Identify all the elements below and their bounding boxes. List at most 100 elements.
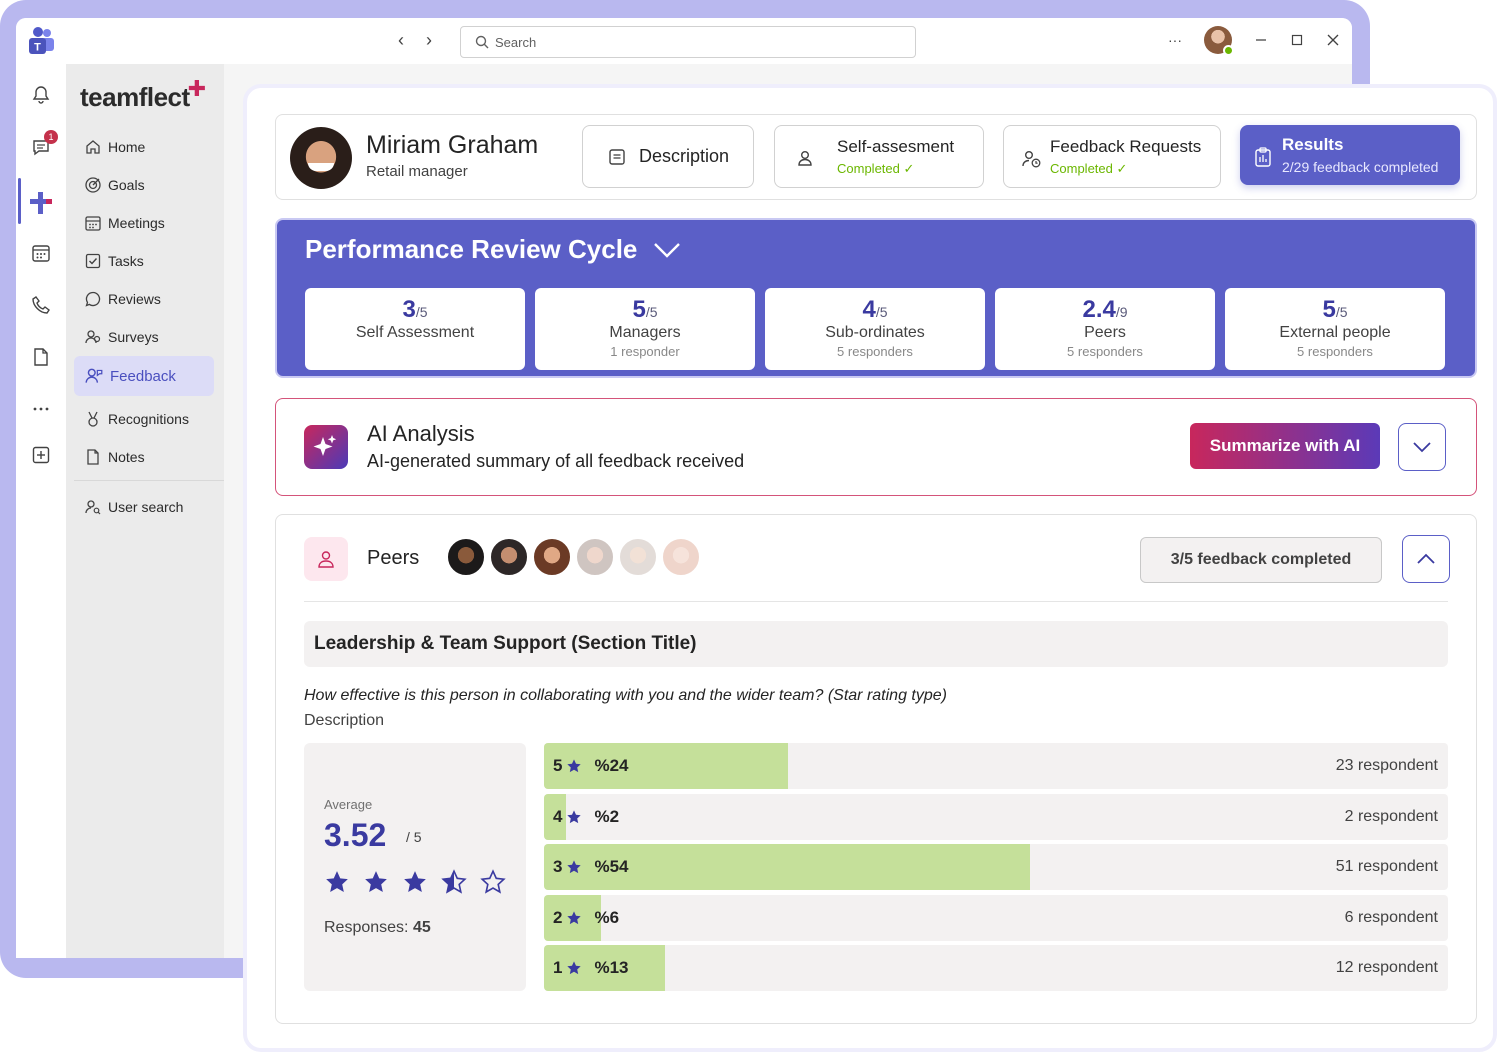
respondent-count: 23 respondent [1335, 757, 1438, 774]
ai-analysis-subtitle: AI-generated summary of all feedback rec… [367, 451, 745, 471]
score-external-people: 5/5 External people 5 responders [1225, 288, 1445, 370]
star-filled-icon [566, 910, 582, 926]
sidebar-item-goals[interactable]: Goals [74, 170, 214, 200]
rating-star-number: 1 [553, 958, 563, 977]
star-filled-icon [566, 859, 582, 875]
rating-star-number: 2 [553, 907, 563, 927]
profile-card: Miriam Graham Retail manager Description… [275, 114, 1477, 200]
score-peers: 2.4/9 Peers 5 responders [995, 288, 1215, 370]
person-icon [304, 537, 348, 581]
person-icon [798, 151, 812, 166]
rating-star-number: 5 [553, 756, 563, 775]
presence-available-icon [1223, 45, 1234, 56]
teamflect-app-icon[interactable] [28, 190, 54, 216]
search-icon [475, 35, 489, 49]
tab-description[interactable]: Description [582, 125, 754, 188]
teamflect-sidebar: teamflect ✚ Home Goals Meetings Tasks Rev… [66, 64, 224, 958]
avatar[interactable] [489, 537, 529, 577]
question-description: Description [304, 712, 385, 729]
avatar[interactable] [446, 537, 486, 577]
avatar[interactable] [618, 537, 658, 577]
avatar[interactable] [661, 537, 701, 577]
close-icon[interactable] [1326, 33, 1340, 47]
sidebar-item-user-search[interactable]: User search [74, 492, 214, 522]
user-avatar[interactable] [1204, 26, 1234, 56]
tab-self-assessment[interactable]: Self-assesment Completed ✓ [774, 125, 984, 188]
results-status: 2/29 feedback completed [1282, 159, 1439, 175]
calendar-icon[interactable] [30, 242, 52, 264]
rating-percent: %13 [594, 958, 629, 977]
rating-percent: %54 [594, 857, 629, 876]
add-app-icon[interactable] [30, 444, 52, 466]
sidebar-item-surveys[interactable]: Surveys [74, 322, 214, 352]
rating-bar-label: 5 %24 [553, 756, 629, 776]
rating-bar-1: 1 %13 12 respondent [544, 945, 1448, 991]
avatar[interactable] [575, 537, 615, 577]
chevron-down-icon[interactable] [653, 242, 681, 258]
history-nav: ‹ › [394, 30, 436, 51]
ai-sparkle-icon [304, 425, 348, 469]
performance-review-cycle: Performance Review Cycle 3/5 Self Assess… [275, 218, 1477, 378]
star-empty-icon [480, 869, 506, 894]
app-rail: 1 [16, 64, 66, 958]
avatar[interactable] [532, 537, 572, 577]
section-title: Leadership & Team Support (Section Title… [304, 621, 1448, 667]
respondent-count: 2 respondent [1344, 807, 1438, 825]
more-apps-icon[interactable] [30, 398, 52, 420]
chevron-up-icon [1417, 553, 1435, 564]
sidebar-divider [74, 480, 224, 481]
sidebar-item-feedback[interactable]: Feedback [74, 356, 214, 396]
score-managers: 5/5 Managers 1 responder [535, 288, 755, 370]
minimize-icon[interactable] [1254, 33, 1268, 47]
star-filled-icon [404, 871, 426, 892]
peers-divider [304, 601, 1448, 602]
teamflect-logo: teamflect ✚ [80, 76, 206, 112]
star-filled-icon [566, 809, 582, 825]
rating-star-number: 4 [553, 806, 563, 826]
back-arrow-icon[interactable]: ‹ [394, 30, 408, 51]
responses-count: Responses: 45 [324, 919, 431, 936]
peers-collapse-button[interactable] [1402, 535, 1450, 583]
teams-logo-icon[interactable]: T [26, 26, 56, 56]
forward-arrow-icon[interactable]: › [422, 30, 436, 51]
document-icon [87, 449, 99, 465]
rating-bar-label: 2 %6 [553, 908, 619, 928]
person-clock-icon [1022, 151, 1041, 168]
sidebar-item-tasks[interactable]: Tasks [74, 246, 214, 276]
sidebar-item-reviews[interactable]: Reviews [74, 284, 214, 314]
chat-badge: 1 [44, 130, 58, 144]
rating-percent: %2 [594, 806, 620, 826]
tab-results[interactable]: Results 2/29 feedback completed [1240, 125, 1460, 185]
brand-plus-icon: ✚ [187, 76, 206, 101]
window-controls: ··· [1168, 26, 1340, 56]
ai-expand-button[interactable] [1398, 423, 1446, 471]
rating-percent: %6 [594, 907, 620, 927]
sidebar-item-meetings[interactable]: Meetings [74, 208, 214, 238]
tab-feedback-requests[interactable]: Feedback Requests Completed ✓ [1003, 125, 1221, 188]
sidebar-item-recognitions[interactable]: Recognitions [74, 404, 214, 434]
rail-active-indicator [18, 178, 21, 224]
chat-icon [85, 291, 101, 307]
search-input[interactable]: Search [460, 26, 916, 58]
phone-icon[interactable] [30, 294, 52, 316]
score-subordinates: 4/5 Sub-ordinates 5 responders [765, 288, 985, 370]
bell-icon[interactable] [30, 84, 52, 106]
average-rating-box: Average 3.52 / 5 Responses: 45 [304, 743, 526, 991]
star-half-icon [441, 869, 467, 894]
clipboard-icon [1255, 147, 1271, 167]
target-icon [85, 177, 101, 193]
checkbox-icon [85, 253, 101, 269]
respondent-count: 6 respondent [1344, 908, 1438, 926]
summarize-with-ai-button[interactable]: Summarize with AI [1190, 423, 1380, 469]
cycle-title: Performance Review Cycle [305, 234, 638, 264]
calendar-icon [85, 216, 101, 231]
files-icon[interactable] [30, 346, 52, 368]
more-options-icon[interactable]: ··· [1168, 32, 1182, 48]
sidebar-item-notes[interactable]: Notes [74, 442, 214, 472]
chevron-down-icon [1413, 442, 1431, 453]
respondent-count: 12 respondent [1335, 959, 1438, 976]
maximize-icon[interactable] [1290, 33, 1304, 47]
average-stars [324, 869, 506, 895]
star-filled-icon [326, 871, 348, 892]
sidebar-item-home[interactable]: Home [74, 132, 214, 162]
